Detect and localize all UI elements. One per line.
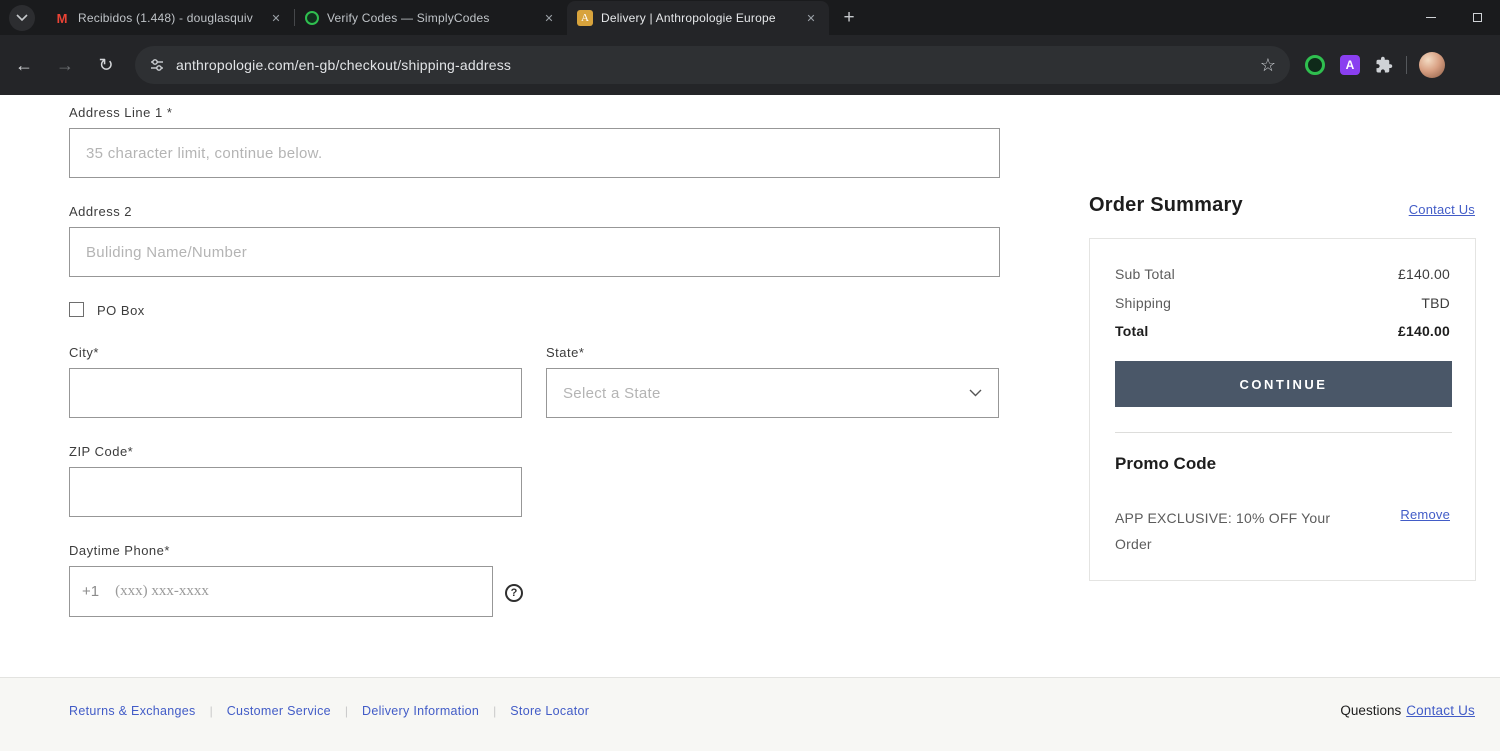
remove-promo-link[interactable]: Remove	[1400, 507, 1450, 522]
footer-link-delivery-info[interactable]: Delivery Information	[362, 704, 479, 718]
zip-label: ZIP Code*	[69, 444, 134, 459]
chevron-down-icon	[16, 13, 28, 21]
total-value: £140.00	[1397, 323, 1450, 339]
window-controls	[1408, 0, 1500, 35]
promo-code-title: Promo Code	[1115, 454, 1217, 473]
tab-gmail[interactable]: M Recibidos (1.448) - douglasquiv ✕	[44, 1, 294, 35]
footer-link-separator: |	[209, 704, 213, 718]
new-tab-button[interactable]: +	[835, 4, 863, 32]
browser-toolbar: ← → ↻ anthropologie.com/en-gb/checkout/s…	[0, 35, 1500, 95]
address2-label: Address 2	[69, 204, 133, 219]
page-footer: Returns & Exchanges | Customer Service |…	[0, 677, 1500, 751]
green-circle-icon	[1305, 55, 1325, 75]
subtotal-row: Sub Total £140.00	[1115, 266, 1450, 282]
extension-icon-green[interactable]	[1305, 55, 1325, 75]
footer-link-store-locator[interactable]: Store Locator	[510, 704, 589, 718]
forward-button[interactable]: →	[48, 48, 82, 82]
tab-search-button[interactable]	[9, 4, 35, 31]
total-row: Total £140.00	[1115, 323, 1450, 339]
tab-strip: M Recibidos (1.448) - douglasquiv ✕ Veri…	[0, 0, 1500, 35]
maximize-icon	[1472, 13, 1482, 22]
phone-label: Daytime Phone*	[69, 543, 170, 558]
address1-input[interactable]	[69, 128, 1000, 178]
site-info-icon[interactable]	[149, 57, 165, 73]
total-label: Total	[1115, 323, 1149, 339]
shipping-row: Shipping TBD	[1115, 295, 1450, 311]
maximize-button[interactable]	[1454, 0, 1500, 35]
phone-field[interactable]: +1	[69, 566, 493, 617]
tab-anthropologie[interactable]: A Delivery | Anthropologie Europe ✕	[567, 1, 829, 35]
minimize-icon	[1426, 17, 1436, 18]
po-box-checkbox[interactable]	[69, 302, 84, 317]
reload-button[interactable]: ↻	[89, 48, 123, 82]
footer-link-customer-service[interactable]: Customer Service	[227, 704, 331, 718]
puzzle-icon	[1376, 56, 1393, 73]
minimize-button[interactable]	[1408, 0, 1454, 35]
address2-input[interactable]	[69, 227, 1000, 277]
tab-simplycodes[interactable]: Verify Codes — SimplyCodes ✕	[295, 1, 567, 35]
po-box-label: PO Box	[97, 303, 145, 318]
address-bar[interactable]: anthropologie.com/en-gb/checkout/shippin…	[135, 46, 1290, 84]
tab-close-icon[interactable]: ✕	[541, 10, 557, 26]
tab-title: Delivery | Anthropologie Europe	[601, 11, 776, 25]
subtotal-value: £140.00	[1397, 266, 1450, 282]
zip-input[interactable]	[69, 467, 522, 517]
shipping-label: Shipping	[1115, 295, 1172, 311]
extensions-menu-button[interactable]	[1375, 56, 1393, 74]
tab-title: Recibidos (1.448) - douglasquiv	[78, 11, 253, 25]
state-select-value: Select a State	[563, 384, 661, 402]
back-button[interactable]: ←	[7, 48, 41, 82]
applied-promo-text: APP EXCLUSIVE: 10% OFF Your Order	[1115, 510, 1331, 552]
order-summary-title: Order Summary	[1089, 194, 1243, 216]
subtotal-label: Sub Total	[1115, 266, 1175, 282]
continue-button[interactable]: CONTINUE	[1115, 361, 1452, 407]
order-summary-card: Sub Total £140.00 Shipping TBD Total £14…	[1089, 238, 1476, 581]
gmail-icon: M	[56, 10, 68, 26]
shipping-value: TBD	[1421, 295, 1450, 311]
contact-us-link[interactable]: Contact Us	[1355, 202, 1475, 217]
state-label: State*	[546, 345, 585, 360]
footer-link-returns[interactable]: Returns & Exchanges	[69, 704, 196, 718]
questions-label: Questions	[1340, 703, 1402, 718]
footer-link-separator: |	[493, 704, 497, 718]
state-select[interactable]: Select a State	[546, 368, 999, 418]
tab-close-icon[interactable]: ✕	[268, 10, 284, 26]
city-label: City*	[69, 345, 99, 360]
anthropologie-icon: A	[577, 10, 593, 26]
footer-links: Returns & Exchanges | Customer Service |…	[69, 704, 589, 718]
city-input[interactable]	[69, 368, 522, 418]
phone-input[interactable]	[115, 583, 480, 600]
profile-avatar[interactable]	[1419, 52, 1445, 78]
footer-questions: Questions Contact Us	[1340, 703, 1475, 718]
summary-divider	[1115, 432, 1452, 433]
tab-title: Verify Codes — SimplyCodes	[327, 11, 490, 25]
extension-icon-a[interactable]: A	[1340, 55, 1360, 75]
phone-country-prefix: +1	[82, 583, 100, 600]
tab-close-icon[interactable]: ✕	[803, 10, 819, 26]
simplycodes-icon	[305, 11, 319, 25]
footer-contact-us-link[interactable]: Contact Us	[1406, 703, 1475, 718]
chevron-down-icon	[969, 389, 982, 397]
toolbar-separator	[1406, 56, 1407, 74]
bookmark-star-icon[interactable]: ☆	[1260, 55, 1276, 76]
phone-help-icon[interactable]: ?	[505, 584, 523, 602]
url-text: anthropologie.com/en-gb/checkout/shippin…	[176, 57, 512, 73]
footer-link-separator: |	[344, 704, 348, 718]
checkout-shipping-page: Address Line 1 * Address 2 PO Box City* …	[0, 95, 1500, 677]
address1-label: Address Line 1 *	[69, 105, 173, 120]
